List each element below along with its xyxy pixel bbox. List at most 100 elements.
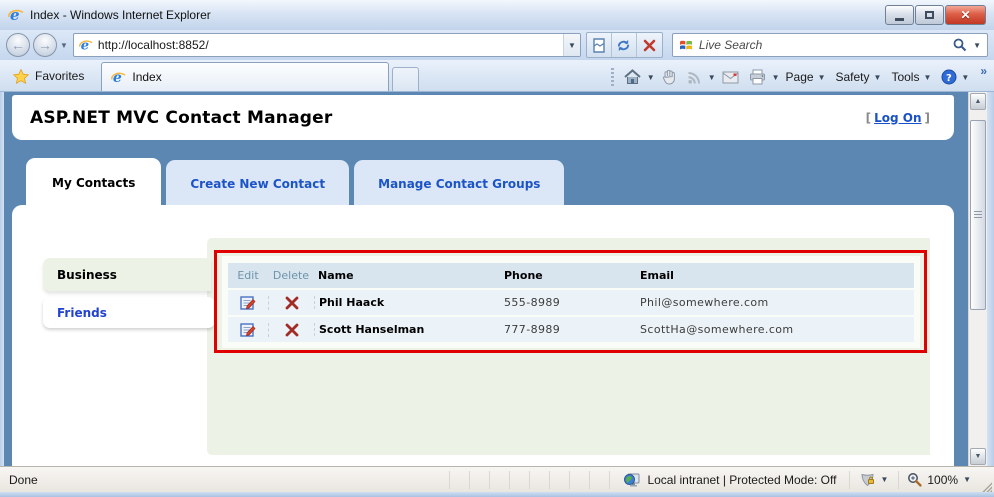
- logon-link[interactable]: Log On: [874, 111, 921, 125]
- safety-menu[interactable]: Safety ▼: [832, 67, 886, 87]
- group-label: Friends: [57, 305, 107, 320]
- sidebar-item-business[interactable]: Business: [43, 258, 211, 291]
- print-icon[interactable]: [745, 66, 770, 88]
- edit-icon[interactable]: [240, 322, 256, 338]
- favorites-label: Favorites: [35, 69, 85, 83]
- tab-favicon-icon: e: [111, 70, 126, 85]
- help-dropdown-icon: ▼: [961, 72, 970, 82]
- feeds-icon[interactable]: [683, 67, 706, 88]
- compatibility-view-button[interactable]: [587, 33, 612, 57]
- search-input[interactable]: Live Search: [699, 38, 947, 52]
- hand-icon[interactable]: [657, 66, 681, 88]
- tab-create-new-contact[interactable]: Create New Contact: [166, 160, 350, 207]
- search-provider-icon: [679, 38, 693, 52]
- address-url[interactable]: http://localhost:8852/: [93, 38, 563, 52]
- home-dropdown-icon[interactable]: ▼: [647, 73, 655, 82]
- logon-close-bracket: ]: [924, 110, 930, 125]
- edit-icon[interactable]: [240, 295, 256, 311]
- window-title: Index - Windows Internet Explorer: [30, 8, 211, 22]
- group-label: Business: [57, 267, 117, 282]
- address-dropdown-icon[interactable]: ▼: [562, 34, 580, 56]
- close-button[interactable]: ✕: [945, 5, 986, 25]
- contacts-table: Edit Delete Name Phone Email Phil Haack …: [228, 263, 914, 342]
- tools-dropdown-icon: ▼: [923, 72, 932, 82]
- search-box[interactable]: Live Search ▼: [671, 33, 988, 57]
- search-dropdown-icon[interactable]: ▼: [973, 41, 981, 50]
- favorites-button[interactable]: Favorites: [0, 62, 97, 90]
- header-phone: Phone: [504, 269, 543, 282]
- window-border-bottom: [0, 492, 994, 497]
- safety-dropdown-icon: ▼: [873, 72, 882, 82]
- site-tab-strip: My Contacts Create New Contact Manage Co…: [26, 158, 565, 207]
- zoom-magnifier-icon: [907, 472, 922, 487]
- browser-window: e Index - Windows Internet Explorer ✕ ← …: [0, 0, 994, 497]
- intranet-globe-icon: [623, 472, 640, 488]
- back-button[interactable]: ←: [6, 33, 30, 57]
- browser-tab-index[interactable]: e Index: [101, 62, 390, 91]
- viewport: ASP.NET MVC Contact Manager [Log On] My …: [4, 92, 987, 466]
- minimize-button[interactable]: [885, 5, 914, 25]
- tab-manage-contact-groups[interactable]: Manage Contact Groups: [354, 160, 565, 207]
- favorites-bar: Favorites e Index ▼ ▼ ▼ Page ▼ Safety ▼ …: [0, 60, 994, 92]
- tab-title: Index: [132, 70, 162, 84]
- content-panel: Business Friends Edit Delete Name Phone …: [12, 205, 954, 466]
- vertical-scrollbar[interactable]: ▲ ▼: [968, 92, 987, 466]
- overflow-chevron-icon[interactable]: »: [975, 64, 992, 78]
- page-dropdown-icon: ▼: [817, 72, 826, 82]
- toolbar-grip[interactable]: [610, 68, 614, 86]
- favorites-star-icon: [13, 68, 29, 84]
- table-row: Scott Hanselman 777-8989 ScottHa@somewhe…: [228, 317, 914, 342]
- scrollbar-thumb[interactable]: [970, 120, 986, 310]
- contact-name: Phil Haack: [314, 296, 504, 309]
- refresh-button[interactable]: [612, 33, 637, 57]
- header-delete: Delete: [272, 269, 310, 282]
- help-button[interactable]: ? ▼: [937, 66, 973, 88]
- command-bar: ▼ ▼ ▼ Page ▼ Safety ▼ Tools ▼ ? ▼ »: [607, 63, 994, 91]
- print-dropdown-icon[interactable]: ▼: [772, 73, 780, 82]
- read-mail-icon[interactable]: [718, 68, 743, 87]
- shield-icon: [860, 472, 875, 487]
- page-menu[interactable]: Page ▼: [782, 67, 830, 87]
- table-header-row: Edit Delete Name Phone Email: [228, 263, 914, 288]
- contact-phone: 555-8989: [504, 296, 561, 309]
- tools-menu[interactable]: Tools ▼: [887, 67, 935, 87]
- logon-area: [Log On]: [866, 111, 930, 125]
- contacts-table-container: Edit Delete Name Phone Email Phil Haack …: [222, 256, 920, 348]
- zone-text: Local intranet | Protected Mode: Off: [647, 472, 837, 487]
- new-tab-button[interactable]: [392, 67, 420, 91]
- logon-open-bracket: [: [865, 110, 872, 125]
- header-email: Email: [640, 269, 674, 282]
- delete-icon[interactable]: [285, 323, 299, 337]
- search-icon[interactable]: [953, 38, 967, 52]
- feeds-dropdown-icon[interactable]: ▼: [708, 73, 716, 82]
- table-row: Phil Haack 555-8989 Phil@somewhere.com: [228, 290, 914, 315]
- security-report-button[interactable]: ▼: [849, 470, 898, 489]
- stop-button[interactable]: [637, 33, 662, 57]
- address-favicon-icon: e: [74, 38, 93, 52]
- tab-my-contacts[interactable]: My Contacts: [26, 158, 162, 207]
- status-bar: Done Local intranet | Protected Mode: Of…: [0, 466, 994, 492]
- scroll-up-button[interactable]: ▲: [970, 93, 986, 110]
- contact-name: Scott Hanselman: [314, 323, 504, 336]
- scroll-down-button[interactable]: ▼: [970, 448, 986, 465]
- security-zone[interactable]: Local intranet | Protected Mode: Off: [609, 470, 849, 489]
- page-menu-label: Page: [785, 70, 814, 84]
- svg-text:?: ?: [946, 73, 952, 84]
- page-title: ASP.NET MVC Contact Manager: [30, 107, 333, 128]
- web-page: ASP.NET MVC Contact Manager [Log On] My …: [4, 92, 968, 466]
- zoom-control[interactable]: 100% ▼: [898, 470, 979, 489]
- forward-button[interactable]: →: [33, 33, 57, 57]
- safety-menu-label: Safety: [835, 70, 870, 84]
- zoom-dropdown-icon: ▼: [963, 475, 971, 484]
- maximize-button[interactable]: [915, 5, 944, 25]
- ie-logo-icon: e: [8, 7, 24, 23]
- delete-icon[interactable]: [285, 296, 299, 310]
- svg-text:e: e: [113, 70, 122, 85]
- home-button[interactable]: [620, 66, 645, 88]
- address-bar[interactable]: e http://localhost:8852/ ▼: [72, 33, 581, 57]
- recent-pages-dropdown-icon[interactable]: ▼: [60, 41, 68, 50]
- contact-email: ScottHa@somewhere.com: [640, 323, 794, 336]
- resize-grip[interactable]: [979, 479, 992, 492]
- header-edit: Edit: [237, 269, 259, 282]
- sidebar-item-friends[interactable]: Friends: [43, 297, 215, 328]
